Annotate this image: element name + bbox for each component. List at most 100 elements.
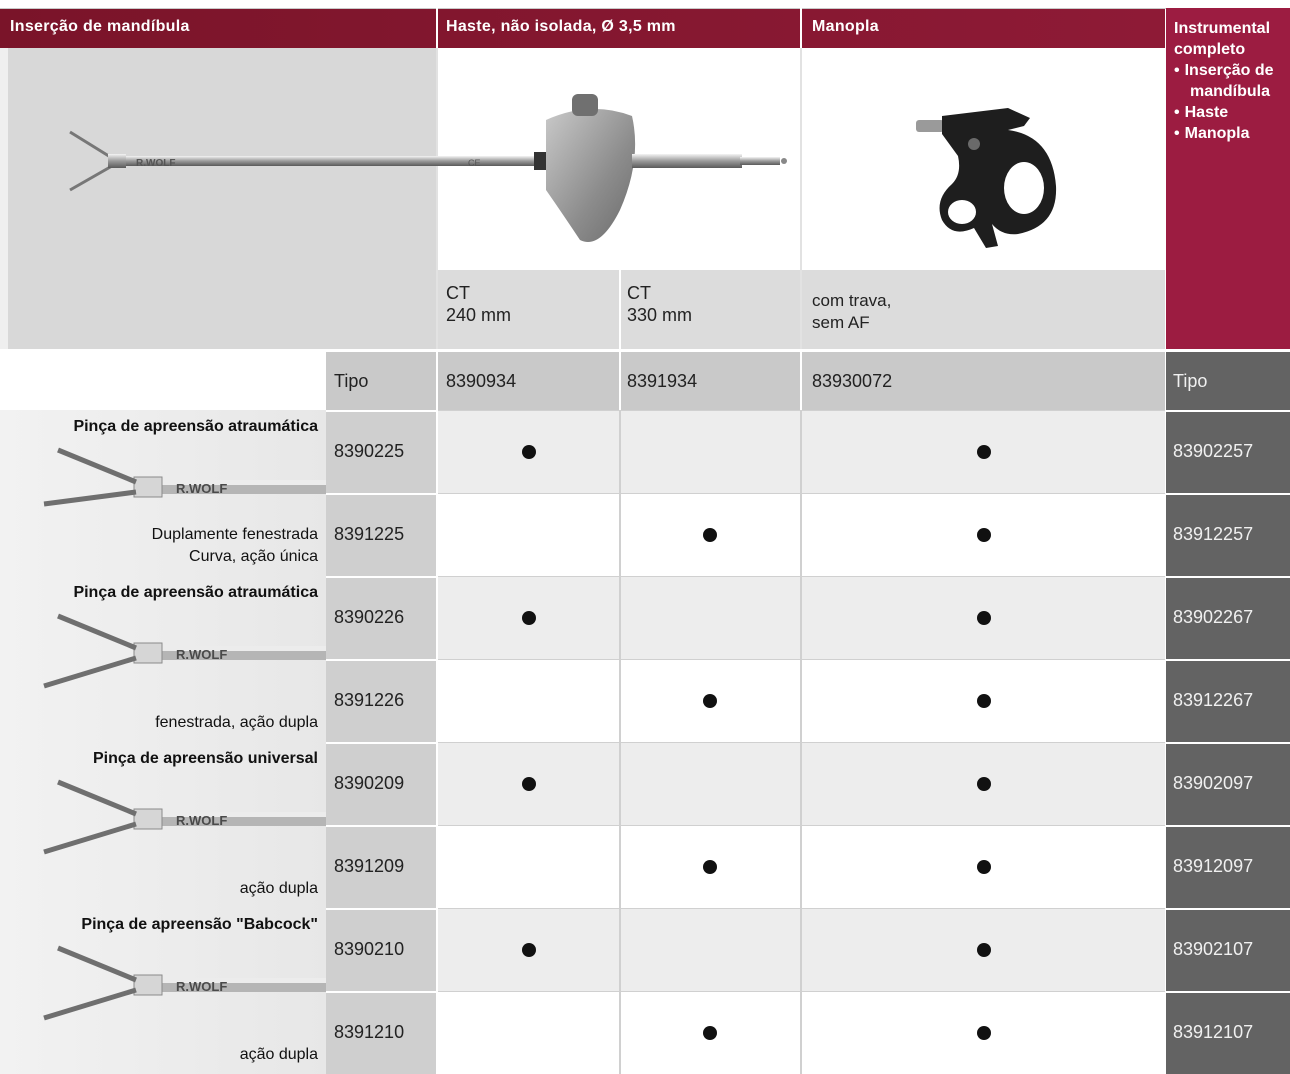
shaft-330-cell bbox=[621, 410, 800, 493]
compatible-dot bbox=[522, 777, 536, 791]
type-value: 8390226 bbox=[334, 607, 405, 627]
group-title: Pinça de apreensão atraumática bbox=[73, 418, 318, 435]
type-value: 8391210 bbox=[334, 1022, 405, 1042]
complete-value: 83912107 bbox=[1173, 1022, 1254, 1042]
header-divider bbox=[436, 8, 438, 48]
header-complete-title-1: Instrumental bbox=[1174, 20, 1271, 37]
compatible-dot bbox=[977, 694, 991, 708]
shaft-330-cell bbox=[621, 742, 800, 825]
jaw-brand-label: R.WOLF bbox=[176, 647, 227, 662]
cell-divider bbox=[619, 908, 621, 991]
header-complete-item: Inserção de mandíbula bbox=[1174, 60, 1286, 102]
compatible-dot bbox=[522, 445, 536, 459]
header-divider bbox=[800, 8, 802, 48]
shaft-240-cell bbox=[438, 659, 619, 742]
header-shaft: Haste, não isolada, Ø 3,5 mm bbox=[446, 18, 676, 35]
cell-divider bbox=[800, 991, 802, 1074]
shaft-330-cell bbox=[621, 908, 800, 991]
type-cell-240: 8390934 bbox=[438, 352, 619, 410]
header-complete: Instrumental completo Inserção de mandíb… bbox=[1166, 8, 1290, 349]
complete-value: 83912097 bbox=[1173, 856, 1254, 876]
header-handle: Manopla bbox=[812, 18, 879, 35]
cell-divider bbox=[800, 410, 802, 493]
ce-mark: CE bbox=[468, 158, 481, 168]
compatible-dot bbox=[703, 528, 717, 542]
group-description-line: ação dupla bbox=[239, 880, 318, 897]
type-value: 8391934 bbox=[627, 371, 698, 391]
shaft-330-label: CT 330 mm bbox=[627, 282, 692, 326]
cell-divider bbox=[800, 825, 802, 908]
compatible-dot bbox=[977, 860, 991, 874]
cell-divider bbox=[619, 825, 621, 908]
shaft-240-label: CT 240 mm bbox=[446, 282, 511, 326]
compatible-dot bbox=[977, 943, 991, 957]
group-description-line: Duplamente fenestrada bbox=[151, 526, 318, 543]
shaft-330-line1: CT bbox=[627, 283, 651, 303]
compatible-dot bbox=[977, 445, 991, 459]
type-label: Tipo bbox=[334, 371, 369, 391]
cell-divider bbox=[800, 908, 802, 991]
compatible-dot bbox=[977, 611, 991, 625]
shaft-240-line1: CT bbox=[446, 283, 470, 303]
jaw-image: R.WOLF bbox=[43, 945, 326, 1021]
compatible-dot bbox=[977, 777, 991, 791]
shaft-330-cell bbox=[621, 576, 800, 659]
header-complete-item: Haste bbox=[1174, 102, 1286, 123]
complete-value: 83912257 bbox=[1173, 524, 1254, 544]
shaft-330-line2: 330 mm bbox=[627, 305, 693, 325]
brand-label: R.WOLF bbox=[136, 158, 175, 169]
group-description-line: ação dupla bbox=[239, 1046, 318, 1063]
group-description-line: fenestrada, ação dupla bbox=[155, 714, 318, 731]
type-value: 8390934 bbox=[446, 371, 517, 391]
complete-value: 83902257 bbox=[1173, 441, 1254, 461]
handle-line1: com trava, bbox=[812, 291, 892, 310]
group-title: Pinça de apreensão "Babcock" bbox=[81, 916, 318, 933]
cell-divider bbox=[619, 659, 621, 742]
compatible-dot bbox=[977, 528, 991, 542]
handle-image bbox=[916, 108, 1057, 248]
type-cell-handle: 83930072 bbox=[802, 352, 1165, 410]
compatible-dot bbox=[977, 1026, 991, 1040]
cell-divider bbox=[619, 742, 621, 825]
compatible-dot bbox=[703, 1026, 717, 1040]
shaft-240-cell bbox=[438, 825, 619, 908]
type-value: 8391225 bbox=[334, 524, 405, 544]
col-divider bbox=[800, 48, 802, 349]
complete-value: 83902267 bbox=[1173, 607, 1254, 627]
type-value: 8391209 bbox=[334, 856, 405, 876]
jaw-image: R.WOLF bbox=[43, 613, 326, 689]
cell-divider bbox=[800, 742, 802, 825]
instrument-image: R.WOLF CE bbox=[69, 94, 787, 242]
cell-divider bbox=[800, 659, 802, 742]
shaft-240-cell bbox=[438, 991, 619, 1074]
type-value: 8390210 bbox=[334, 939, 405, 959]
compatible-dot bbox=[522, 611, 536, 625]
type-value: 8390225 bbox=[334, 441, 405, 461]
cell-divider bbox=[800, 493, 802, 576]
left-margin bbox=[0, 48, 8, 349]
shaft-240-cell bbox=[438, 493, 619, 576]
type-value: 8390209 bbox=[334, 773, 405, 793]
jaw-image: R.WOLF bbox=[43, 779, 326, 855]
group-title: Pinça de apreensão atraumática bbox=[73, 584, 318, 601]
jaw-brand-label: R.WOLF bbox=[176, 481, 227, 496]
shaft-240-line2: 240 mm bbox=[446, 305, 512, 325]
compatible-dot bbox=[703, 694, 717, 708]
compatible-dot bbox=[522, 943, 536, 957]
handle-variant-label: com trava, sem AF bbox=[812, 290, 891, 334]
cell-divider bbox=[800, 576, 802, 659]
header-complete-item: Manopla bbox=[1174, 123, 1286, 144]
type-value: 8391226 bbox=[334, 690, 405, 710]
compatible-dot bbox=[703, 860, 717, 874]
type-cell-complete: Tipo bbox=[1166, 352, 1290, 410]
cell-divider bbox=[619, 991, 621, 1074]
type-label-cell: Tipo bbox=[326, 352, 436, 410]
handle-line2: sem AF bbox=[812, 313, 870, 332]
type-value: 83930072 bbox=[812, 371, 893, 391]
group-description-line: Curva, ação única bbox=[189, 548, 318, 565]
complete-value: 83902107 bbox=[1173, 939, 1254, 959]
variant-divider bbox=[619, 270, 621, 349]
jaw-image: R.WOLF bbox=[43, 447, 326, 507]
jaw-brand-label: R.WOLF bbox=[176, 813, 227, 828]
type-cell-330: 8391934 bbox=[621, 352, 800, 410]
